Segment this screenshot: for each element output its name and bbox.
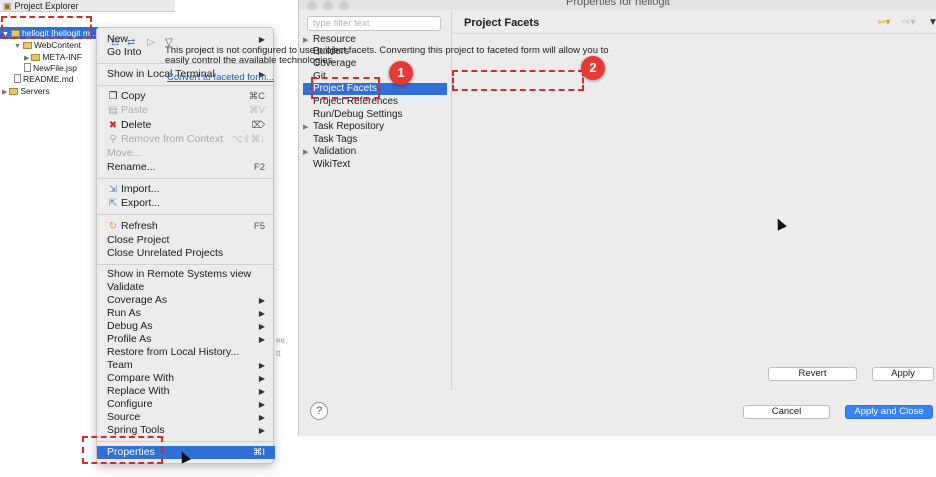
menu-separator xyxy=(97,85,275,86)
help-button[interactable]: ? xyxy=(310,402,328,420)
expand-triangle-icon[interactable]: ▶ xyxy=(2,89,7,96)
paste-icon: ▤ xyxy=(108,105,118,116)
menu-item-rename[interactable]: Rename... F2 xyxy=(97,161,275,174)
menu-item-delete[interactable]: ✖ Delete ⌦ xyxy=(97,119,275,132)
tree-item-task-tags[interactable]: Task Tags xyxy=(303,134,447,146)
tree-item-readme[interactable]: README.md xyxy=(14,73,74,85)
context-menu: ⊟ ⇄ ▷ ▽ New ▶ Go Into Show in Local Termi… xyxy=(96,27,275,464)
convert-to-faceted-form-link[interactable]: Convert to faceted form... xyxy=(167,72,274,83)
submenu-arrow-icon: ▶ xyxy=(258,309,265,318)
submenu-arrow-icon: ▶ xyxy=(258,361,265,370)
menu-item-replace-with[interactable]: Replace With ▶ xyxy=(97,385,275,398)
menu-item-coverage-as[interactable]: Coverage As ▶ xyxy=(97,294,275,307)
submenu-arrow-icon: ▶ xyxy=(258,322,265,331)
step-badge-2: 2 xyxy=(581,56,605,80)
menu-item-compare-with[interactable]: Compare With ▶ xyxy=(97,372,275,385)
folder-icon xyxy=(31,54,41,61)
import-icon: ⇲ xyxy=(108,184,118,195)
tree-item-servers[interactable]: ▶ Servers xyxy=(2,85,50,97)
jsp-file-icon xyxy=(24,63,31,72)
menu-item-configure[interactable]: Configure ▶ xyxy=(97,398,275,411)
tree-label: NewFile.jsp xyxy=(33,63,77,73)
collapse-triangle-icon[interactable]: ▼ xyxy=(14,43,21,50)
project-explorer-tab[interactable]: ▣ Project Explorer xyxy=(0,0,175,12)
expand-triangle-icon[interactable]: ▶ xyxy=(24,55,29,62)
submenu-arrow-icon: ▶ xyxy=(258,335,265,344)
submenu-arrow-icon: ▶ xyxy=(258,296,265,305)
tree-label: WebContent xyxy=(33,40,82,50)
export-icon: ⇱ xyxy=(108,198,118,209)
menu-item-move[interactable]: Move... xyxy=(97,147,275,160)
menu-separator xyxy=(97,264,275,265)
menu-item-close-unrelated-projects[interactable]: Close Unrelated Projects xyxy=(97,247,275,260)
tree-label: META-INF xyxy=(42,52,82,62)
page-header: Project Facets ⇦▾ ⇨▾ ▼ xyxy=(452,10,936,34)
submenu-arrow-icon: ▶ xyxy=(258,426,265,435)
menu-item-debug-as[interactable]: Debug As ▶ xyxy=(97,320,275,333)
copy-icon: ❐ xyxy=(108,91,118,102)
menu-item-export[interactable]: ⇱ Export... xyxy=(97,197,275,210)
tree-item-webcontent[interactable]: ▼ WebContent xyxy=(14,39,81,51)
menu-separator xyxy=(97,214,275,215)
revert-button[interactable]: Revert xyxy=(768,367,857,381)
submenu-arrow-icon: ▶ xyxy=(258,413,265,422)
menu-item-source[interactable]: Source ▶ xyxy=(97,411,275,424)
background-window-fragment: ee xyxy=(276,336,285,345)
menu-item-copy[interactable]: ❐ Copy ⌘C xyxy=(97,90,275,103)
menu-item-team[interactable]: Team ▶ xyxy=(97,359,275,372)
menu-item-profile-as[interactable]: Profile As ▶ xyxy=(97,333,275,346)
menu-item-restore-from-local-history[interactable]: Restore from Local History... xyxy=(97,346,275,359)
menu-item-refresh[interactable]: ↻ Refresh F5 xyxy=(97,220,275,233)
menu-item-run-as[interactable]: Run As ▶ xyxy=(97,307,275,320)
highlight-box-project xyxy=(1,16,92,39)
step-badge-1: 1 xyxy=(389,61,413,85)
apply-and-close-button[interactable]: Apply and Close xyxy=(845,405,933,419)
highlight-box-convert-link xyxy=(452,70,584,91)
highlight-box-project-facets xyxy=(311,77,380,99)
menu-item-show-in-remote-systems[interactable]: Show in Remote Systems view xyxy=(97,268,275,281)
refresh-icon: ↻ xyxy=(108,221,118,232)
markdown-file-icon xyxy=(14,74,21,83)
tree-item-run-debug-settings[interactable]: Run/Debug Settings xyxy=(303,109,447,121)
view-menu-icon[interactable]: ▼ xyxy=(928,17,936,28)
menu-item-validate[interactable]: Validate xyxy=(97,281,275,294)
highlight-box-properties xyxy=(82,436,163,464)
submenu-arrow-icon: ▶ xyxy=(258,374,265,383)
apply-button[interactable]: Apply xyxy=(872,367,934,381)
menu-item-remove-from-context[interactable]: ⚲ Remove from Context ⌥⇧⌘↓ xyxy=(97,133,275,146)
filter-input[interactable]: type filter text xyxy=(307,16,441,31)
pane-splitter[interactable] xyxy=(451,10,452,390)
project-explorer-title: Project Explorer xyxy=(14,1,79,11)
delete-icon: ✖ xyxy=(108,120,118,131)
expand-triangle-icon[interactable]: ▶ xyxy=(303,122,313,134)
tree-item-wikitext[interactable]: WikiText xyxy=(303,159,447,171)
tree-label: README.md xyxy=(23,74,74,84)
background-window-fragment: tt xyxy=(276,349,281,358)
expand-triangle-icon[interactable]: ▶ xyxy=(303,147,313,159)
folder-icon: ▣ xyxy=(3,1,12,11)
menu-item-close-project[interactable]: Close Project xyxy=(97,234,275,247)
menu-separator xyxy=(97,178,275,179)
forward-arrow-icon[interactable]: ⇨▾ xyxy=(902,17,915,28)
tree-item-validation[interactable]: ▶ Validation xyxy=(303,146,447,158)
submenu-arrow-icon: ▶ xyxy=(258,387,265,396)
dialog-titlebar: Properties for hellogit xyxy=(299,0,936,10)
submenu-arrow-icon: ▶ xyxy=(258,400,265,409)
back-arrow-icon[interactable]: ⇦▾ xyxy=(877,17,890,28)
page-title: Project Facets xyxy=(464,17,540,29)
tree-label: Servers xyxy=(20,86,50,96)
folder-icon xyxy=(9,88,19,95)
tree-item-task-repository[interactable]: ▶ Task Repository xyxy=(303,121,447,133)
dialog-title: Properties for hellogit xyxy=(566,0,670,8)
folder-icon xyxy=(22,42,32,49)
cancel-button[interactable]: Cancel xyxy=(743,405,830,419)
remove-context-icon: ⚲ xyxy=(109,134,117,145)
menu-item-paste[interactable]: ▤ Paste ⌘V xyxy=(97,104,275,117)
menu-item-import[interactable]: ⇲ Import... xyxy=(97,183,275,196)
